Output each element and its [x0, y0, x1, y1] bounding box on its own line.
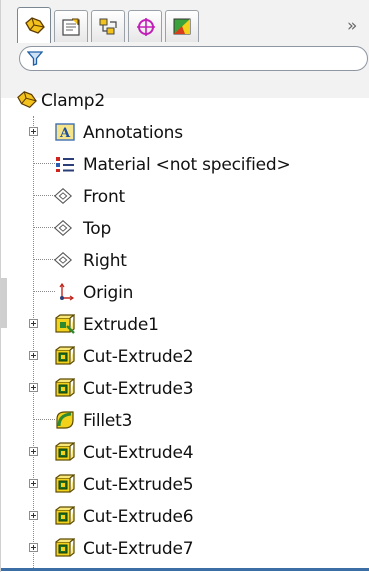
display-manager-icon: [173, 18, 191, 35]
dimxpert-icon: [137, 18, 155, 36]
tree-item-label: Material <not specified>: [83, 155, 291, 175]
tree-item-label: Top: [83, 219, 112, 239]
propertymanager-icon: [62, 18, 80, 36]
tree-item-cut-extrude4[interactable]: Cut-Extrude4: [1, 436, 369, 468]
tree-root-clamp2[interactable]: Clamp2: [1, 84, 369, 116]
expand-toggle[interactable]: [29, 351, 38, 360]
tree-connector: [33, 163, 55, 164]
tree-item-right-plane[interactable]: Right: [1, 244, 369, 276]
tree-item-label: Cut-Extrude3: [83, 379, 194, 399]
filter-icon: [27, 51, 43, 66]
tree-item-fillet3[interactable]: Fillet3: [1, 404, 369, 436]
tab-propertymanager[interactable]: [54, 10, 88, 42]
tree-connector: [33, 291, 55, 292]
cut-extrude-icon: [55, 346, 75, 365]
cut-extrude-icon: [55, 506, 75, 525]
cut-extrude-icon: [55, 474, 75, 493]
expand-toggle[interactable]: [29, 127, 38, 136]
tree-item-label: Extrude1: [83, 315, 159, 335]
tab-dimxpert[interactable]: [128, 10, 162, 42]
svg-text:A: A: [59, 126, 71, 141]
tree-item-cut-extrude6[interactable]: Cut-Extrude6: [1, 500, 369, 532]
extrude-icon: [55, 314, 75, 334]
part-icon: [17, 91, 37, 108]
tree-item-label: Cut-Extrude5: [83, 475, 194, 495]
origin-icon: [59, 282, 75, 301]
tree-item-label: Cut-Extrude6: [83, 507, 194, 527]
fillet-icon: [56, 411, 74, 429]
tree-item-origin[interactable]: Origin: [1, 276, 369, 308]
tree-item-cut-extrude3[interactable]: Cut-Extrude3: [1, 372, 369, 404]
expand-tabs-button[interactable]: »: [347, 16, 357, 36]
tree-item-cut-extrude2[interactable]: Cut-Extrude2: [1, 340, 369, 372]
tree-item-label: Cut-Extrude2: [83, 347, 194, 367]
cut-extrude-icon: [55, 538, 75, 557]
material-icon: [56, 157, 74, 172]
expand-toggle[interactable]: [29, 479, 38, 488]
tree-item-label: Cut-Extrude7: [83, 539, 194, 559]
tree-item-extrude1[interactable]: Extrude1: [1, 308, 369, 340]
configurationmanager-icon: [99, 18, 117, 35]
expand-toggle[interactable]: [29, 543, 38, 552]
plane-icon: [53, 219, 73, 237]
tab-display-manager[interactable]: [165, 10, 199, 42]
tree-connector: [33, 227, 55, 228]
featuremanager-panel: » Clamp2 A Annotations Material <not spe…: [0, 0, 369, 572]
tree-connector: [33, 419, 55, 420]
tree-item-label: Right: [83, 251, 127, 271]
tree-item-annotations[interactable]: A Annotations: [1, 116, 369, 148]
annotations-icon: A: [55, 123, 75, 141]
tree-filter-input[interactable]: [19, 46, 368, 71]
tab-configurationmanager[interactable]: [91, 10, 125, 42]
tree-item-front-plane[interactable]: Front: [1, 180, 369, 212]
plane-icon: [53, 187, 73, 205]
tree-item-top-plane[interactable]: Top: [1, 212, 369, 244]
tree-connector: [33, 195, 55, 196]
tree-item-cut-extrude7[interactable]: Cut-Extrude7: [1, 532, 369, 564]
expand-toggle[interactable]: [29, 511, 38, 520]
tree-item-label: Cut-Extrude4: [83, 443, 194, 463]
tree-item-label: Origin: [83, 283, 134, 303]
cut-extrude-icon: [55, 378, 75, 397]
tree-item-material[interactable]: Material <not specified>: [1, 148, 369, 180]
expand-toggle[interactable]: [29, 383, 38, 392]
plane-icon: [53, 251, 73, 269]
featuremanager-icon: [25, 17, 45, 34]
tree-item-cut-extrude5[interactable]: Cut-Extrude5: [1, 468, 369, 500]
tree-root-label: Clamp2: [41, 91, 105, 111]
panel-bottom-border: [1, 568, 369, 571]
cut-extrude-icon: [55, 442, 75, 461]
tree-item-label: Fillet3: [83, 411, 133, 431]
tree-item-label: Front: [83, 187, 125, 207]
tree-connector: [33, 259, 55, 260]
tab-featuremanager[interactable]: [17, 7, 51, 43]
expand-toggle[interactable]: [29, 319, 38, 328]
tree-item-label: Annotations: [83, 123, 183, 143]
manager-tab-strip: »: [17, 6, 357, 44]
expand-toggle[interactable]: [29, 447, 38, 456]
